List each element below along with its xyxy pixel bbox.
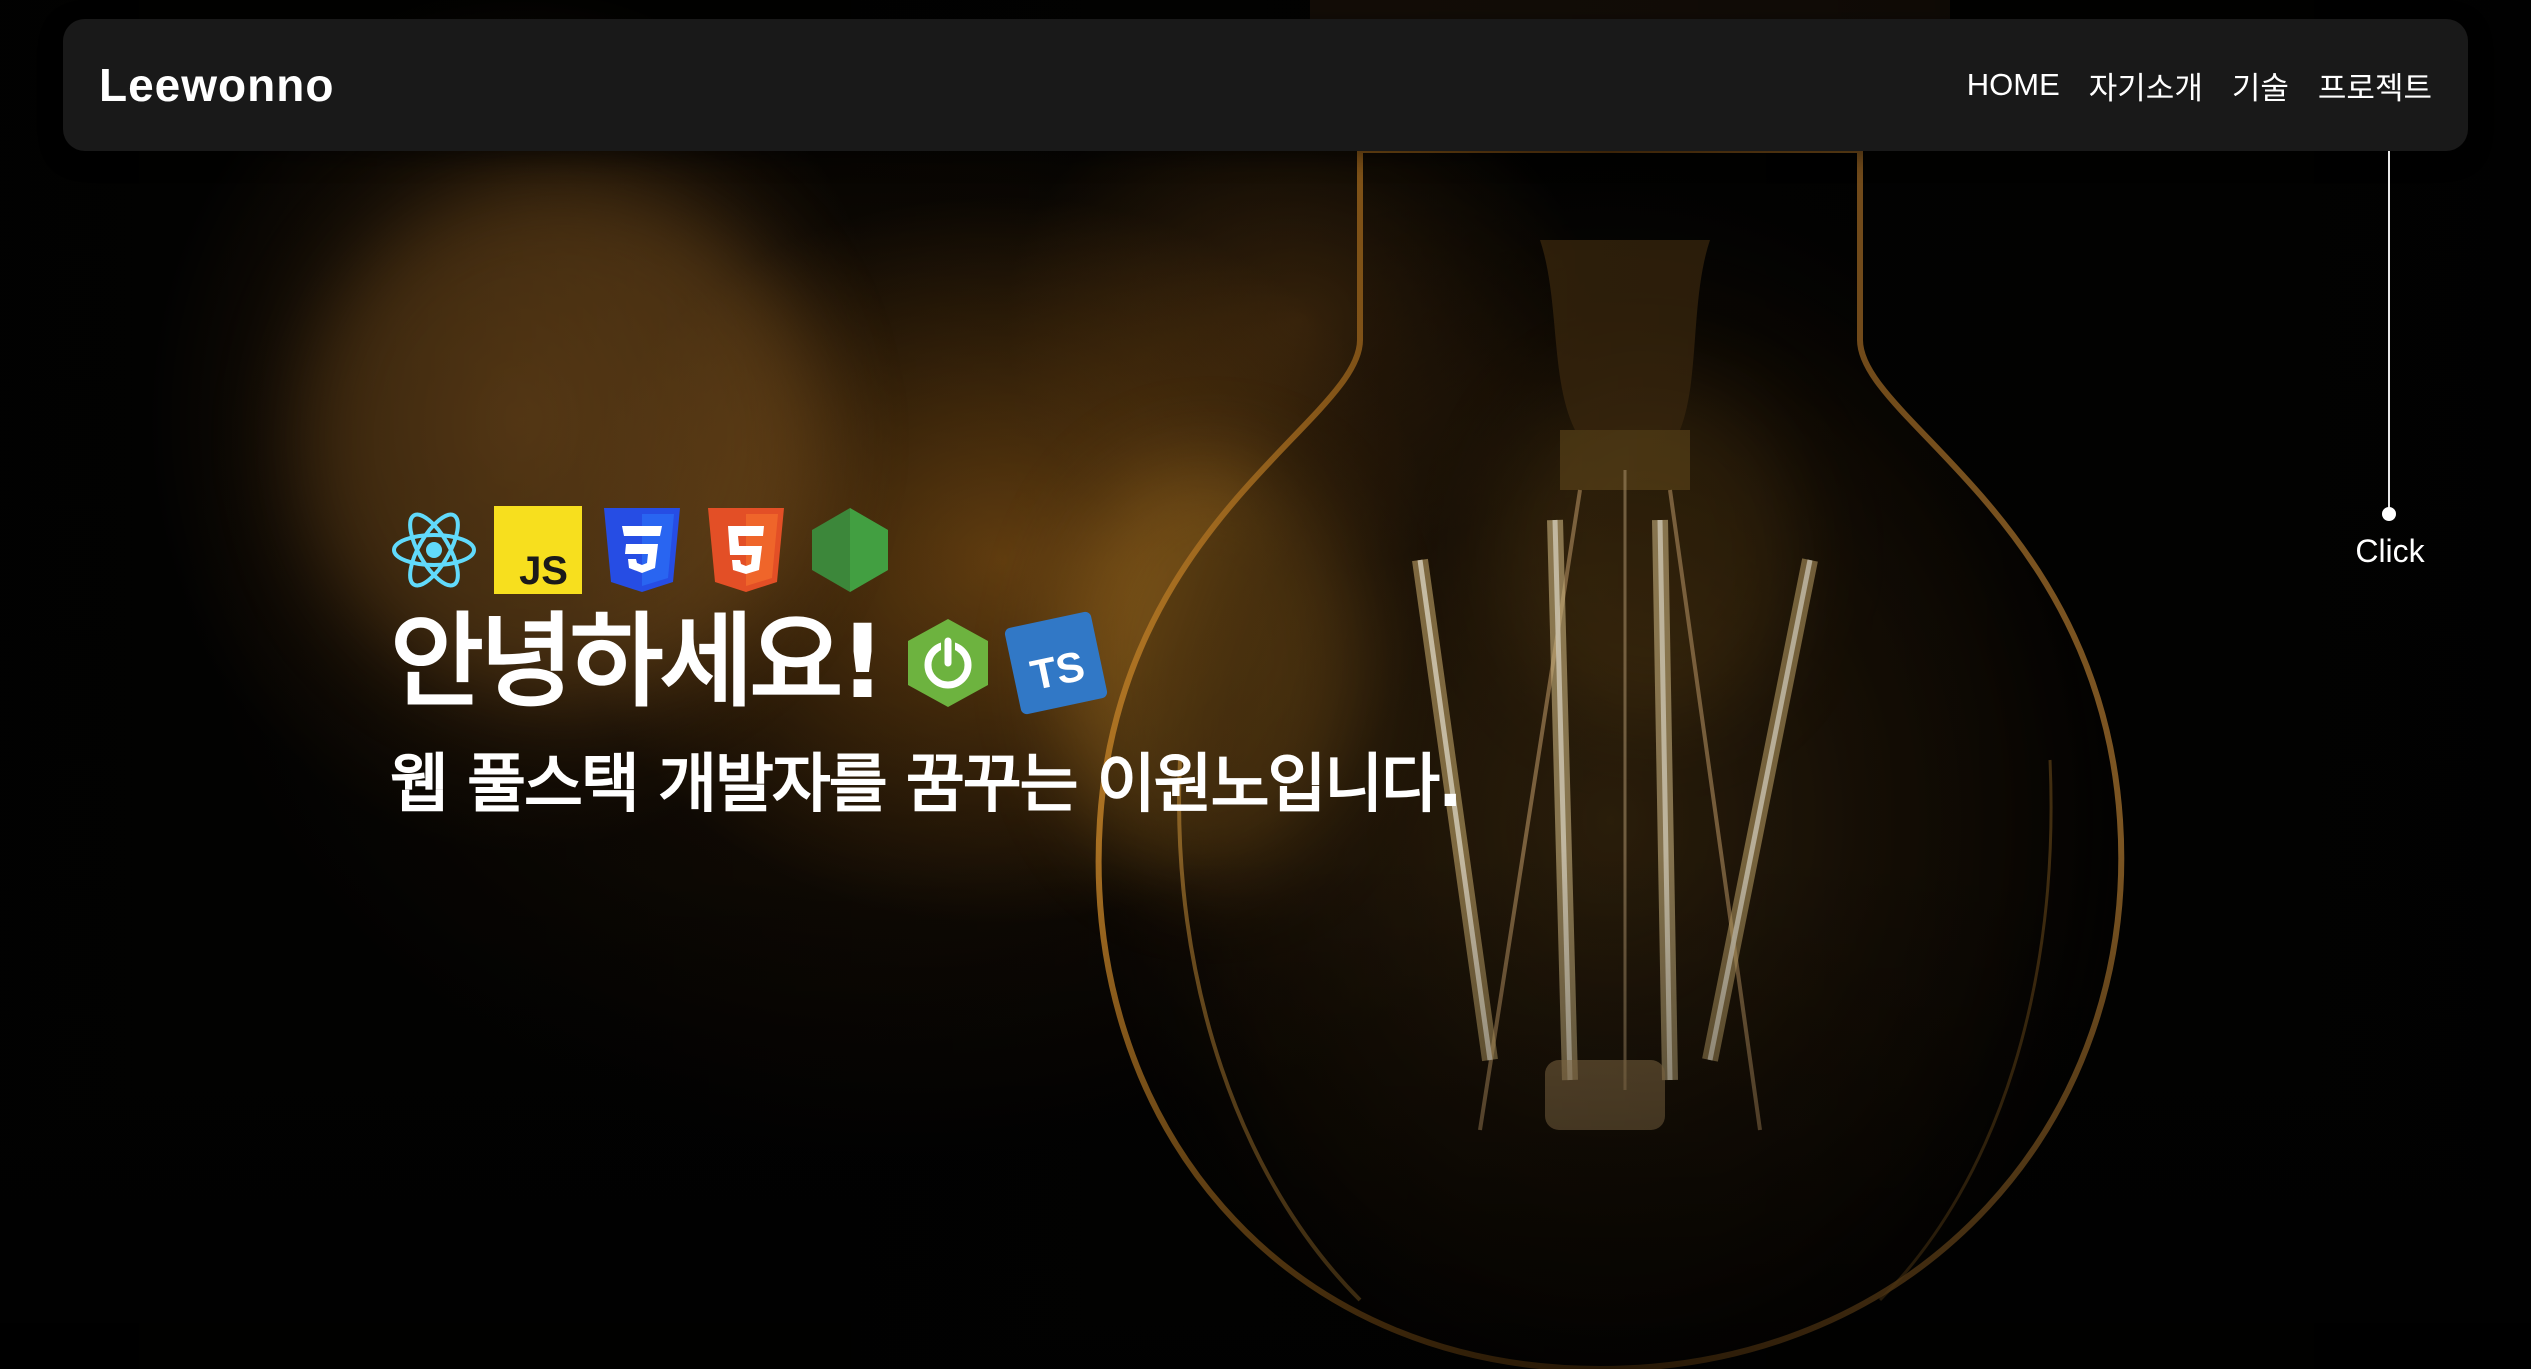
hero-greeting: 안녕하세요! — [390, 603, 886, 722]
typescript-icon: TS — [1004, 611, 1107, 715]
nav-about[interactable]: 자기소개 — [2089, 63, 2203, 108]
logo-link[interactable]: Leewonno — [99, 58, 334, 112]
nav-skills[interactable]: 기술 — [2232, 63, 2289, 108]
tech-stack-row: JS — [390, 505, 1460, 595]
js-badge-text: JS — [519, 549, 568, 593]
page: Leewonno HOME 자기소개 기술 프로젝트 Click JS 안녕하세… — [0, 0, 2531, 1369]
scroll-hint-line — [2388, 151, 2390, 511]
nodejs-icon — [812, 508, 888, 592]
main-nav: HOME 자기소개 기술 프로젝트 — [1967, 63, 2432, 108]
react-icon — [392, 512, 476, 588]
scroll-hint-dot[interactable] — [2382, 507, 2396, 521]
nav-projects[interactable]: 프로젝트 — [2318, 63, 2432, 108]
hero-subtitle: 웹 풀스택 개발자를 꿈꾸는 이원노입니다. — [390, 748, 1462, 822]
site-header: Leewonno HOME 자기소개 기술 프로젝트 — [63, 19, 2468, 151]
nav-home[interactable]: HOME — [1967, 67, 2060, 103]
spring-icon — [907, 619, 988, 707]
html5-icon — [708, 508, 784, 592]
css3-icon — [604, 508, 680, 592]
hero-overlay-bottom — [0, 849, 2531, 1369]
greeting-row: 안녕하세요! TS — [390, 607, 1460, 719]
hero-section: JS 안녕하세요! TS 웹 풀스택 개발자를 꿈꾸는 이원노입니다. — [390, 505, 1462, 825]
javascript-icon: JS — [494, 506, 582, 594]
scroll-hint-label[interactable]: Click — [2318, 533, 2462, 570]
inline-tech-icons: TS — [902, 609, 1110, 717]
